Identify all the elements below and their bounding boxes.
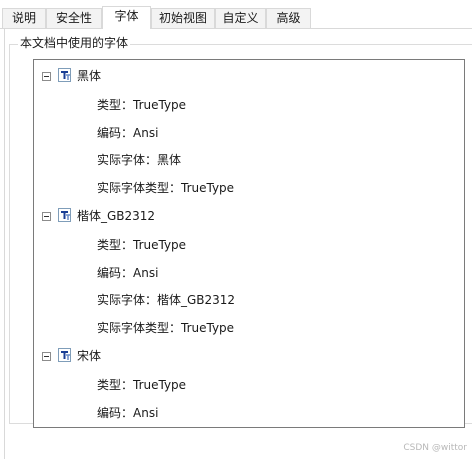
truetype-font-icon: [58, 348, 71, 362]
collapse-minus-icon[interactable]: [42, 72, 51, 81]
font-encoding: 编码：Ansi: [97, 406, 159, 420]
tab-advanced[interactable]: 高级: [266, 8, 311, 28]
collapse-minus-icon[interactable]: [42, 212, 51, 221]
tab-fonts[interactable]: 字体: [102, 6, 151, 29]
actual-font: 实际字体：黑体: [97, 153, 182, 167]
groupbox-title: 本文档中使用的字体: [18, 35, 131, 51]
truetype-font-icon: [58, 68, 71, 82]
font-name[interactable]: 楷体_GB2312: [77, 208, 155, 224]
tab-initial-view[interactable]: 初始视图: [151, 8, 215, 28]
font-tree[interactable]: 黑体 类型：TrueType 编码：Ansi 实际字体：黑体 实际字体类型：Tr…: [33, 59, 465, 428]
actual-font: 实际字体：楷体_GB2312: [97, 293, 236, 307]
actual-font-type: 实际字体类型：TrueType: [97, 321, 235, 335]
collapse-minus-icon[interactable]: [42, 352, 51, 361]
tab-bar: 说明 安全性 字体 初始视图 自定义 高级: [0, 6, 472, 29]
truetype-font-icon: [58, 208, 71, 222]
tab-description[interactable]: 说明: [2, 8, 46, 28]
font-name[interactable]: 黑体: [77, 68, 101, 84]
actual-font-type: 实际字体类型：TrueType: [97, 181, 235, 195]
font-type: 类型：TrueType: [97, 378, 187, 392]
font-type: 类型：TrueType: [97, 98, 187, 112]
font-encoding: 编码：Ansi: [97, 126, 159, 140]
tab-security[interactable]: 安全性: [46, 8, 102, 28]
font-encoding: 编码：Ansi: [97, 266, 159, 280]
watermark: CSDN @wittor: [403, 443, 467, 453]
font-name[interactable]: 宋体: [77, 348, 101, 364]
tab-custom[interactable]: 自定义: [215, 8, 266, 28]
font-type: 类型：TrueType: [97, 238, 187, 252]
